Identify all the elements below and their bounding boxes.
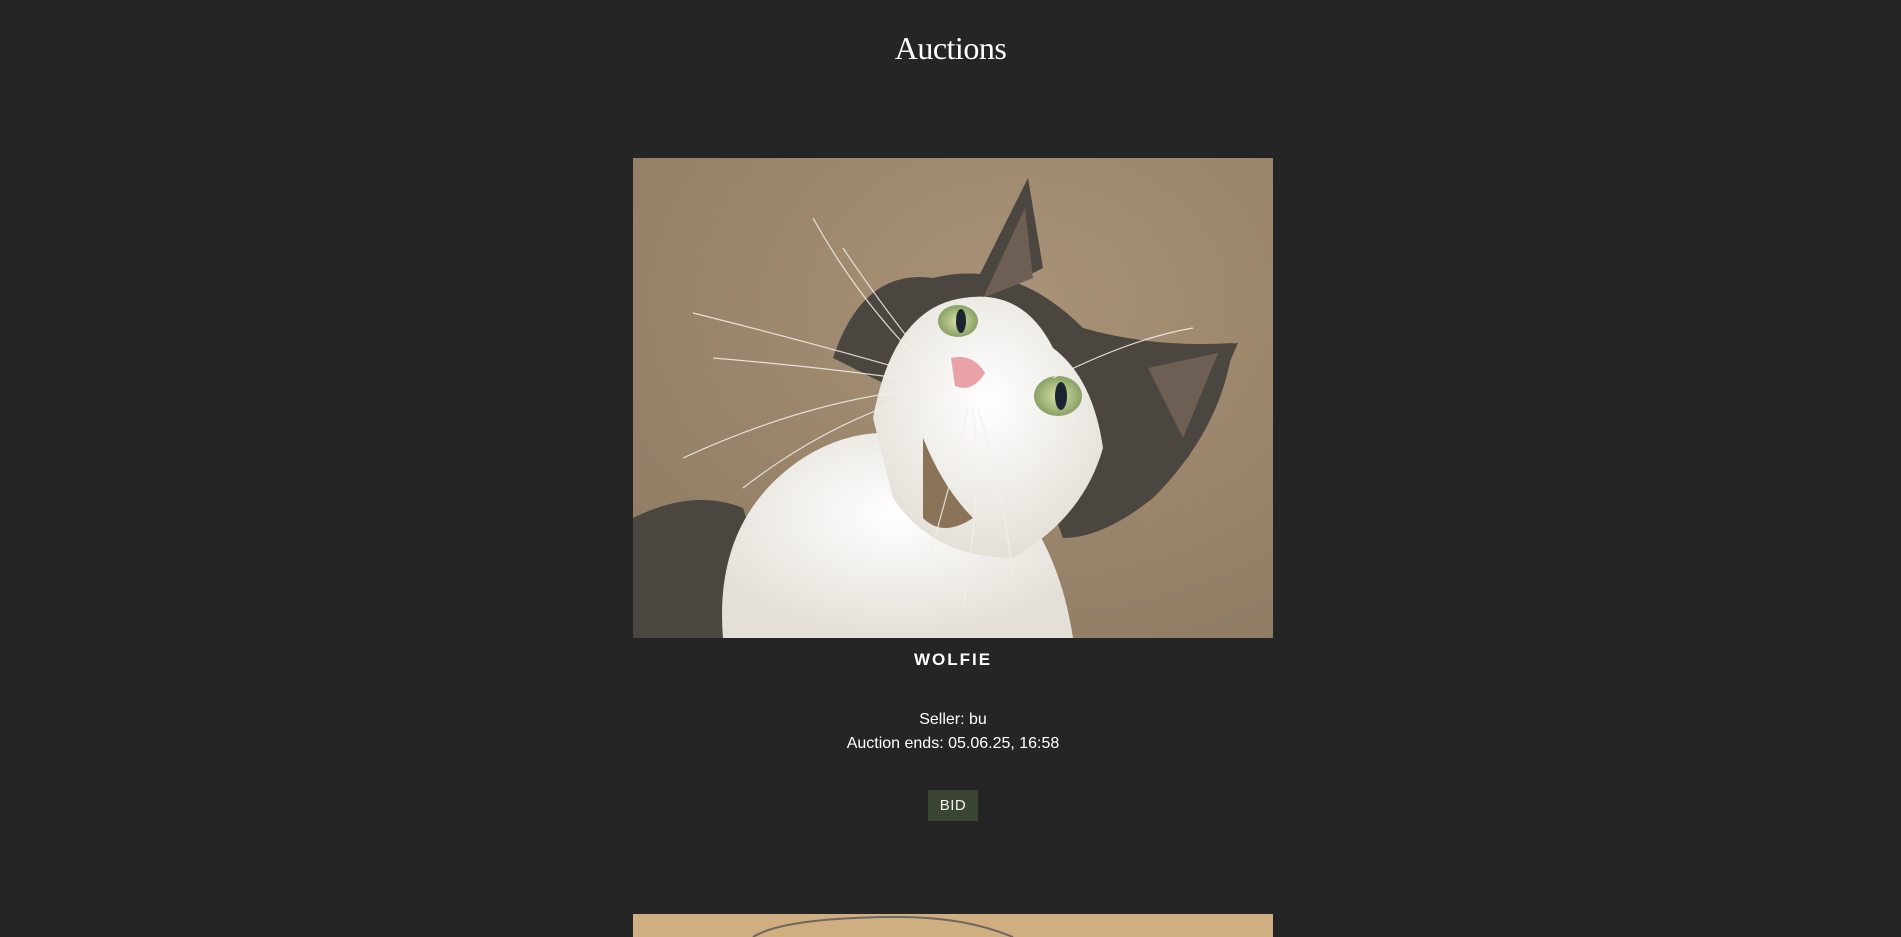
auction-meta: Seller: bu Auction ends: 05.06.25, 16:58 — [633, 708, 1273, 756]
page-title: Auctions — [894, 30, 1007, 66]
bid-button[interactable]: BID — [927, 790, 979, 821]
auction-image[interactable] — [633, 158, 1273, 638]
auction-item-name[interactable]: WOLFIE — [633, 650, 1273, 670]
auction-card: WOLFIE Seller: bu Auction ends: 05.06.25… — [633, 158, 1273, 821]
auction-end-time: Auction ends: 05.06.25, 16:58 — [846, 735, 1060, 752]
next-auction-image[interactable] — [633, 914, 1273, 937]
next-auction-photo — [633, 914, 1273, 937]
auction-seller: Seller: bu — [919, 711, 987, 728]
